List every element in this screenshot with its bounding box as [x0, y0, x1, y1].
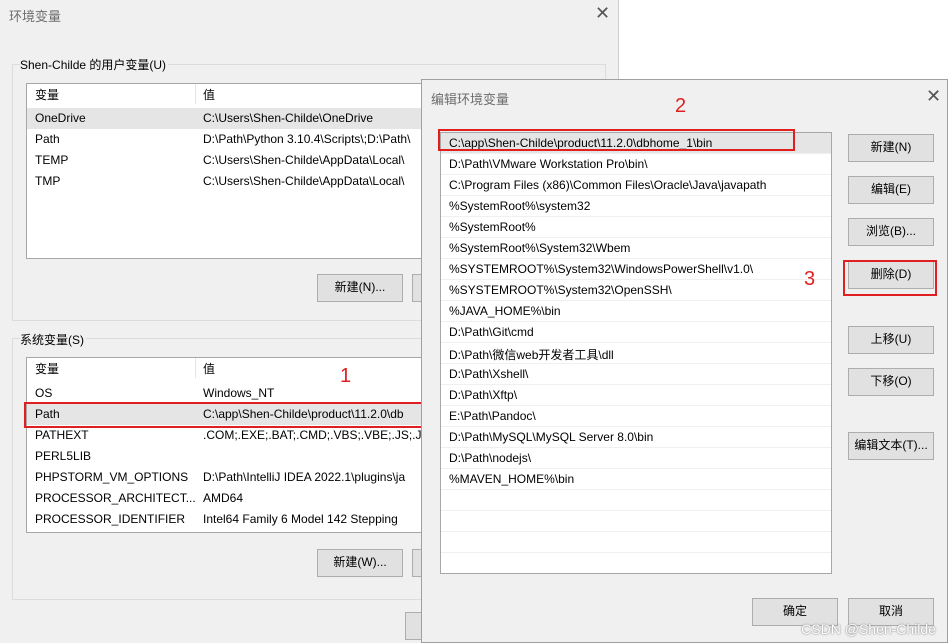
variable-name: OS [35, 386, 53, 400]
variable-name: TMP [35, 174, 61, 188]
header-value[interactable]: 值 [203, 86, 215, 103]
close-icon[interactable]: ✕ [926, 87, 941, 105]
path-list[interactable]: C:\app\Shen-Childe\product\11.2.0\dbhome… [440, 132, 832, 574]
list-item-empty[interactable] [441, 532, 831, 553]
path-entry: %SystemRoot%\System32\Wbem [449, 241, 631, 255]
table-row[interactable]: PROCESSOR_ARCHITECT... AMD64 [27, 488, 427, 509]
table-row[interactable]: TMP C:\Users\Shen-Childe\AppData\Local\ [27, 171, 427, 192]
list-item-empty[interactable] [441, 490, 831, 511]
path-entry: %JAVA_HOME%\bin [449, 304, 561, 318]
path-entry: %SystemRoot%\system32 [449, 199, 591, 213]
variable-value: C:\Users\Shen-Childe\OneDrive [203, 111, 374, 125]
table-row[interactable]: PHPSTORM_VM_OPTIONS D:\Path\IntelliJ IDE… [27, 467, 427, 488]
list-item[interactable]: D:\Path\Xshell\ [441, 364, 831, 385]
path-entry: D:\Path\Xshell\ [449, 367, 529, 381]
edit-environment-variable-dialog: 编辑环境变量 ✕ C:\app\Shen-Childe\product\11.2… [421, 79, 948, 643]
path-entry: D:\Path\Xftp\ [449, 388, 518, 402]
variable-value: D:\Path\Python 3.10.4\Scripts\;D:\Path\ [203, 132, 411, 146]
variable-value: C:\Users\Shen-Childe\AppData\Local\ [203, 174, 405, 188]
user-variables-label: Shen-Childe 的用户变量(U) [20, 56, 169, 73]
window-title: 编辑环境变量 [431, 92, 510, 107]
table-row[interactable]: PROCESSOR_IDENTIFIER Intel64 Family 6 Mo… [27, 509, 427, 530]
variable-name: PERL5LIB [35, 449, 92, 463]
list-item[interactable]: D:\Path\nodejs\ [441, 448, 831, 469]
list-item[interactable]: %SystemRoot%\system32 [441, 196, 831, 217]
path-entry: E:\Path\Pandoc\ [449, 409, 536, 423]
variable-value: .COM;.EXE;.BAT;.CMD;.VBS;.VBE;.JS;.JS [203, 428, 428, 442]
move-down-button[interactable]: 下移(O) [848, 368, 934, 396]
close-icon[interactable]: ✕ [595, 4, 610, 22]
variable-value: Windows_NT [203, 386, 275, 400]
list-header: 变量 值 [27, 84, 427, 104]
table-row[interactable]: OS Windows_NT [27, 383, 427, 404]
list-item[interactable]: %SystemRoot%\System32\Wbem [441, 238, 831, 259]
table-row[interactable]: PATHEXT .COM;.EXE;.BAT;.CMD;.VBS;.VBE;.J… [27, 425, 427, 446]
variable-value: C:\Users\Shen-Childe\AppData\Local\ [203, 153, 405, 167]
new-button[interactable]: 新建(N) [848, 134, 934, 162]
path-entry: D:\Path\nodejs\ [449, 451, 532, 465]
watermark: CSDN @Shen-Childe [801, 621, 936, 637]
move-up-button[interactable]: 上移(U) [848, 326, 934, 354]
table-row[interactable]: Path D:\Path\Python 3.10.4\Scripts\;D:\P… [27, 129, 427, 150]
path-entry: %SYSTEMROOT%\System32\OpenSSH\ [449, 283, 672, 297]
header-separator[interactable] [195, 358, 196, 378]
edit-text-button[interactable]: 编辑文本(T)... [848, 432, 934, 460]
list-item[interactable]: %SYSTEMROOT%\System32\WindowsPowerShell\… [441, 259, 831, 280]
highlight-box [843, 260, 937, 296]
variable-name: PROCESSOR_ARCHITECT... [35, 491, 196, 505]
user-new-button[interactable]: 新建(N)... [317, 274, 403, 302]
system-variables-label: 系统变量(S) [20, 331, 86, 348]
variable-name: TEMP [35, 153, 69, 167]
list-item[interactable]: D:\Path\Xftp\ [441, 385, 831, 406]
variable-name: PHPSTORM_VM_OPTIONS [35, 470, 189, 484]
path-entry: %SYSTEMROOT%\System32\WindowsPowerShell\… [449, 262, 754, 276]
path-entry: %MAVEN_HOME%\bin [449, 472, 575, 486]
variable-name: Path [35, 132, 60, 146]
path-entry: D:\Path\MySQL\MySQL Server 8.0\bin [449, 430, 654, 444]
list-item-empty[interactable] [441, 553, 831, 573]
header-variable[interactable]: 变量 [35, 86, 59, 103]
list-item[interactable]: D:\Path\微信web开发者工具\dll [441, 343, 831, 364]
variable-name: OneDrive [35, 111, 86, 125]
list-item[interactable]: C:\Program Files (x86)\Common Files\Orac… [441, 175, 831, 196]
annotation-number: 1 [340, 365, 352, 387]
window-title: 环境变量 [9, 9, 62, 24]
table-row[interactable]: TEMP C:\Users\Shen-Childe\AppData\Local\ [27, 150, 427, 171]
list-item[interactable]: D:\Path\MySQL\MySQL Server 8.0\bin [441, 427, 831, 448]
highlight-box [438, 129, 795, 151]
variable-name: PATHEXT [35, 428, 89, 442]
annotation-number: 2 [675, 95, 687, 117]
header-separator[interactable] [195, 84, 196, 104]
annotation-number: 3 [804, 268, 816, 290]
path-entry: C:\Program Files (x86)\Common Files\Orac… [449, 178, 767, 192]
path-entry: D:\Path\VMware Workstation Pro\bin\ [449, 157, 648, 171]
table-row[interactable]: OneDrive C:\Users\Shen-Childe\OneDrive [27, 108, 427, 129]
header-value[interactable]: 值 [203, 360, 215, 377]
list-header: 变量 值 [27, 358, 427, 378]
variable-value: D:\Path\IntelliJ IDEA 2022.1\plugins\ja [203, 470, 406, 484]
path-entry: D:\Path\Git\cmd [449, 325, 534, 339]
table-row[interactable]: PERL5LIB [27, 446, 427, 467]
variable-value: AMD64 [203, 491, 244, 505]
list-item[interactable]: D:\Path\VMware Workstation Pro\bin\ [441, 154, 831, 175]
variable-value: Intel64 Family 6 Model 142 Stepping [203, 512, 398, 526]
highlight-box [24, 402, 428, 428]
list-item[interactable]: E:\Path\Pandoc\ [441, 406, 831, 427]
list-item[interactable]: %JAVA_HOME%\bin [441, 301, 831, 322]
list-item[interactable]: %SystemRoot% [441, 217, 831, 238]
system-new-button[interactable]: 新建(W)... [317, 549, 403, 577]
path-entry: %SystemRoot% [449, 220, 536, 234]
user-variables-list[interactable]: 变量 值 OneDrive C:\Users\Shen-Childe\OneDr… [26, 83, 428, 259]
list-item[interactable]: %MAVEN_HOME%\bin [441, 469, 831, 490]
path-entry: D:\Path\微信web开发者工具\dll [449, 348, 614, 362]
header-variable[interactable]: 变量 [35, 360, 59, 377]
list-item[interactable]: %SYSTEMROOT%\System32\OpenSSH\ [441, 280, 831, 301]
system-variables-list[interactable]: 变量 值 OS Windows_NT Path C:\app\Shen-Chil… [26, 357, 428, 533]
browse-button[interactable]: 浏览(B)... [848, 218, 934, 246]
edit-button[interactable]: 编辑(E) [848, 176, 934, 204]
list-item-empty[interactable] [441, 511, 831, 532]
variable-name: PROCESSOR_IDENTIFIER [35, 512, 186, 526]
list-item[interactable]: D:\Path\Git\cmd [441, 322, 831, 343]
